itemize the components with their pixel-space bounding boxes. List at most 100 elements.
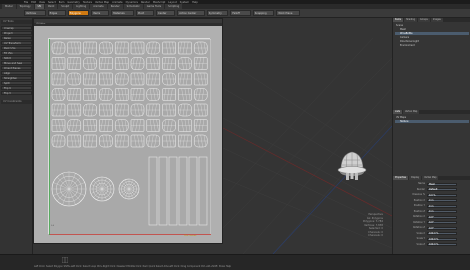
- tool-relax-button[interactable]: Relax: [1, 36, 32, 40]
- vertex-map-row[interactable]: Texture: [395, 120, 469, 123]
- uv-editor-window[interactable]: UV Editor 0,0 UVs: Texture: [33, 18, 223, 244]
- uv-tile-label: 0,0: [51, 225, 55, 227]
- uv-canvas[interactable]: 0,0: [48, 38, 211, 235]
- right-panel: Items Shading Groups Images Scene Mesh WineBot…: [392, 18, 470, 270]
- tool-uv-transform-button[interactable]: UV Transform: [1, 41, 32, 45]
- property-value-field[interactable]: 100.0 %: [427, 232, 457, 235]
- uv-editor-header: UV Editor: [34, 23, 222, 26]
- property-row: Position Z0 m: [395, 210, 469, 214]
- property-label: Render: [416, 187, 425, 191]
- property-label: Rotation X: [413, 215, 425, 218]
- toolbar-pivot-button[interactable]: Pivot: [136, 10, 154, 16]
- panel-tab-display[interactable]: Display: [409, 176, 422, 180]
- panel-tab-shading[interactable]: Shading: [404, 18, 418, 22]
- main-toolbar: Vertices Edges Polygons Items Materials Pivot…: [0, 9, 470, 18]
- panel-tab-properties[interactable]: Properties: [393, 176, 409, 180]
- property-value-field[interactable]: 0 m: [427, 199, 457, 202]
- property-label: Scale X: [416, 231, 425, 235]
- lists-panel-tabs: Lists Vertex Map: [393, 110, 470, 114]
- toolbar-symmetry-button[interactable]: Symmetry: [206, 10, 229, 16]
- tool-unwrap-button[interactable]: Unwrap: [1, 26, 32, 30]
- property-value-field[interactable]: 0 m: [427, 204, 457, 208]
- tool-section-header: UV Tools: [1, 20, 32, 24]
- tool-align-button[interactable]: Align: [1, 71, 32, 75]
- 3d-model: [337, 151, 367, 180]
- property-label: Position Z: [413, 209, 425, 213]
- tool-straighten-button[interactable]: Straighten: [1, 76, 32, 80]
- tool-pack-uvs-button[interactable]: Pack UVs: [1, 46, 32, 50]
- item-list-row[interactable]: Scene: [395, 24, 469, 27]
- property-row: Scale Z 100.0 %: [395, 243, 469, 247]
- panel-tab-images[interactable]: Images: [430, 18, 443, 22]
- tool-move-and-sew-button[interactable]: Move and Sew: [1, 61, 32, 65]
- property-label: Position Y: [413, 204, 425, 207]
- property-label: Rotation Z: [413, 226, 425, 229]
- item-list-row[interactable]: Environment: [395, 44, 469, 47]
- toolbar-items-button[interactable]: Items: [91, 10, 110, 16]
- toolbar-vertices-button[interactable]: Vertices: [24, 10, 46, 16]
- item-list-row[interactable]: WineBottle: [395, 32, 469, 35]
- toolbar-center-button[interactable]: Center: [156, 10, 176, 16]
- property-row: Scale Y 100.0 %: [395, 237, 469, 241]
- item-list-row[interactable]: Directional Light: [395, 40, 469, 43]
- viewport-stat: Channels: 0: [368, 234, 383, 237]
- tool-fit-uvs-button[interactable]: Fit UVs: [1, 51, 32, 55]
- toolbar-materials-button[interactable]: Materials: [111, 10, 134, 16]
- item-list-row[interactable]: Camera: [395, 36, 469, 39]
- toolbar-polygons-button[interactable]: Polygons: [67, 10, 90, 16]
- property-row: Scale X 100.0 %: [395, 232, 469, 236]
- uv-texture-label: UVs: Texture: [184, 235, 197, 237]
- property-value-field[interactable]: 0.0 %: [427, 193, 457, 197]
- property-value-field[interactable]: 0.0°: [427, 221, 457, 224]
- viewport-stats: Perspective GL: Polygons Polygons: 7,784 Ve…: [363, 213, 383, 238]
- uv-spoke: [101, 180, 111, 190]
- uv-strip-island: [178, 156, 188, 226]
- uv-spoke: [93, 188, 103, 198]
- toolbar-edges-button[interactable]: Edges: [47, 10, 66, 16]
- uv-spoke: [101, 188, 111, 198]
- properties-panel-tabs: Properties Display Vertex Map: [393, 176, 470, 180]
- item-list-row[interactable]: Mesh: [395, 28, 469, 31]
- property-value-field[interactable]: 100.0 %: [427, 237, 457, 241]
- panel-tab-lists[interactable]: Lists: [393, 110, 402, 114]
- uv-strip-island: [158, 156, 168, 226]
- panel-tab-items[interactable]: Items: [393, 18, 404, 22]
- uv-spoke: [128, 188, 137, 197]
- uv-layout: [49, 39, 211, 235]
- panel-tab-groups[interactable]: Groups: [418, 18, 430, 22]
- property-value-field[interactable]: 0.0°: [427, 215, 457, 219]
- property-row: Dissolve % 0.0 %: [395, 193, 469, 197]
- tool-project-button[interactable]: Project: [1, 31, 32, 35]
- toolbar-falloff-button[interactable]: Falloff: [230, 10, 251, 16]
- uv-spoke: [121, 188, 130, 197]
- toolbar-work-plane-button[interactable]: Work Plane: [276, 10, 301, 16]
- toolbar-action-center-button[interactable]: Action Center: [177, 10, 205, 16]
- timeline-icon[interactable]: [62, 257, 68, 263]
- property-value-field[interactable]: 0.0°: [427, 226, 457, 230]
- tool-flip-v-button[interactable]: Flip V: [1, 91, 32, 95]
- uv-strip-island: [198, 156, 208, 226]
- property-label: Name: [418, 182, 425, 185]
- left-tool-panel: UV Tools Unwrap Project Relax UV Transform P…: [0, 18, 33, 270]
- property-value-field[interactable]: Default: [427, 188, 457, 191]
- property-row: Rotation Y 0.0°: [395, 221, 469, 225]
- property-row: Position Y0 m: [395, 204, 469, 208]
- toolbar-snapping-button[interactable]: Snapping: [252, 10, 275, 16]
- property-value-field[interactable]: Mesh: [427, 182, 457, 186]
- uv-spoke: [68, 176, 82, 190]
- property-row: Rotation X 0.0°: [395, 215, 469, 219]
- panel-tab-vertex-map[interactable]: Vertex Map: [422, 176, 439, 180]
- vertex-map-row[interactable]: UV Maps: [395, 116, 469, 119]
- panel-tab-vertex-map[interactable]: Vertex Map: [402, 110, 420, 114]
- property-label: Scale Y: [416, 237, 425, 240]
- tool-split-button[interactable]: Split: [1, 81, 32, 85]
- tool-flip-u-button[interactable]: Flip U: [1, 86, 32, 90]
- property-value-field[interactable]: 100.0 %: [427, 243, 457, 246]
- uv-spoke: [93, 180, 103, 190]
- constraints-section-header: UV Constraints: [1, 100, 32, 104]
- tool-orient-pieces-button[interactable]: Orient Pieces: [1, 66, 32, 70]
- tool-stitch-button[interactable]: Stitch: [1, 56, 32, 60]
- property-value-field[interactable]: 0 m: [427, 210, 457, 213]
- uv-strip-island: [188, 156, 198, 226]
- property-row: Rotation Z 0.0°: [395, 226, 469, 230]
